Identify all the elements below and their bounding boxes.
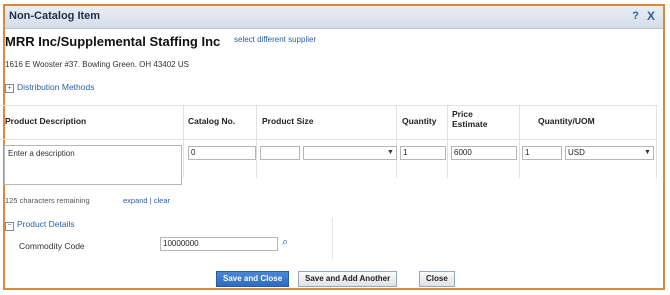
details-divider xyxy=(332,218,333,260)
help-icon[interactable]: ? xyxy=(632,10,639,22)
product-description-textarea[interactable]: Enter a description xyxy=(4,145,182,185)
clear-link[interactable]: clear xyxy=(154,196,170,205)
select-different-supplier-link[interactable]: select different supplier xyxy=(234,35,316,44)
product-details-label: Product Details xyxy=(17,219,75,229)
commodity-code-input[interactable]: 10000000 xyxy=(160,237,278,251)
column-divider xyxy=(656,106,657,178)
collapse-minus-icon: − xyxy=(5,222,14,231)
dialog-title: Non-Catalog Item xyxy=(9,10,101,22)
distribution-methods-label: Distribution Methods xyxy=(17,82,95,92)
uom-quantity-input[interactable]: 1 xyxy=(522,146,562,160)
column-divider xyxy=(396,106,397,178)
header-product-description: Product Description xyxy=(5,116,87,126)
header-price-line2: Estimate xyxy=(452,119,488,129)
description-actions: expand | clear xyxy=(123,196,170,205)
chevron-down-icon: ▼ xyxy=(387,149,394,156)
characters-remaining: 125 characters remaining xyxy=(5,196,90,205)
column-divider xyxy=(519,106,520,178)
uom-unit-select[interactable]: USD xyxy=(565,146,654,160)
save-and-add-another-button[interactable]: Save and Add Another xyxy=(298,271,398,287)
header-quantity-uom: Quantity/UOM xyxy=(538,116,595,126)
column-divider xyxy=(256,106,257,178)
link-separator: | xyxy=(149,196,152,205)
column-divider xyxy=(447,106,448,178)
close-icon[interactable]: X xyxy=(647,9,655,23)
supplier-address: 1616 E Wooster #37. Bowling Green. OH 43… xyxy=(5,60,189,69)
header-price-line1: Price xyxy=(452,109,473,119)
header-product-size: Product Size xyxy=(262,116,314,126)
expand-plus-icon: + xyxy=(5,84,14,93)
header-divider xyxy=(0,139,658,140)
commodity-code-label: Commodity Code xyxy=(19,241,85,251)
quantity-input[interactable]: 1 xyxy=(400,146,446,160)
dialog-titlebar: Non-Catalog Item ? X xyxy=(5,6,663,29)
header-price-estimate: Price Estimate xyxy=(452,109,487,129)
expand-link[interactable]: expand xyxy=(123,196,148,205)
distribution-methods-toggle[interactable]: + Distribution Methods xyxy=(5,82,94,93)
price-estimate-input[interactable]: 6000 xyxy=(451,146,517,160)
product-size-unit-select[interactable] xyxy=(303,146,397,160)
header-quantity: Quantity xyxy=(402,116,437,126)
product-size-input[interactable] xyxy=(260,146,300,160)
product-details-toggle[interactable]: − Product Details xyxy=(5,219,75,231)
chevron-down-icon: ▼ xyxy=(644,149,651,156)
close-button[interactable]: Close xyxy=(419,271,455,287)
search-icon[interactable]: ⌕ xyxy=(282,236,288,249)
header-catalog-no: Catalog No. xyxy=(188,116,236,126)
column-divider xyxy=(183,106,184,178)
save-and-close-button[interactable]: Save and Close xyxy=(216,271,290,287)
supplier-name: MRR Inc/Supplemental Staffing Inc xyxy=(5,34,221,49)
catalog-no-input[interactable]: 0 xyxy=(188,146,256,160)
